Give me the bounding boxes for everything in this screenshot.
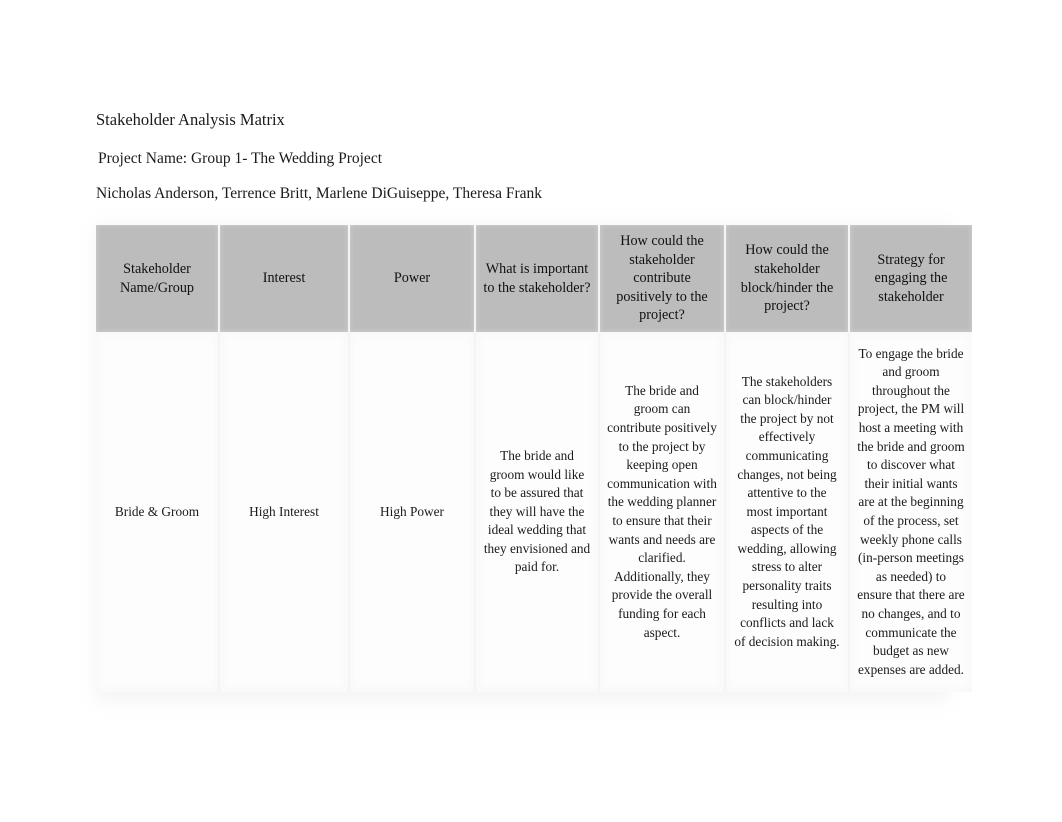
column-header-label: Strategy for engaging the stakeholder	[874, 251, 948, 305]
cell-text: The bride and groom can contribute posit…	[607, 382, 717, 640]
column-header-important-to-stakeholder: What is important to the stakeholder?	[476, 225, 598, 332]
cell-contribute-positively: The bride and groom can contribute posit…	[600, 332, 724, 692]
cell-text: Bride & Groom	[114, 503, 200, 519]
cell-text: High Power	[380, 503, 444, 519]
column-header-label: Power	[393, 270, 431, 287]
column-header-engagement-strategy: Strategy for engaging the stakeholder	[850, 225, 972, 332]
cell-block-hinder: The stakeholders can block/hinder the pr…	[726, 332, 848, 692]
cell-text: The bride and groom would like to be ass…	[483, 447, 591, 575]
column-header-power: Power	[350, 225, 474, 332]
cell-engagement-strategy: To engage the bride and groom throughout…	[850, 332, 972, 692]
column-header-label: Stakeholder Name/Group	[119, 260, 195, 296]
column-header-interest: Interest	[220, 225, 348, 332]
authors-line: Nicholas Anderson, Terrence Britt, Marle…	[96, 185, 542, 202]
project-name-line: Project Name: Group 1- The Wedding Proje…	[98, 150, 383, 167]
cell-important-to-stakeholder: The bride and groom would like to be ass…	[476, 332, 598, 692]
table-header-row: Stakeholder Name/Group Interest Power Wh…	[84, 225, 990, 332]
column-header-stakeholder-name: Stakeholder Name/Group	[96, 225, 218, 332]
cell-stakeholder-name: Bride & Groom	[96, 332, 218, 692]
stakeholder-analysis-table: Stakeholder Name/Group Interest Power Wh…	[84, 215, 978, 707]
cell-power: High Power	[350, 332, 474, 692]
document-page: Stakeholder Analysis Matrix Project Name…	[0, 0, 1062, 822]
column-header-contribute-positively: How could the stakeholder contribute pos…	[600, 225, 724, 332]
column-header-label: What is important to the stakeholder?	[483, 260, 591, 296]
column-header-label: Interest	[262, 270, 306, 287]
cell-text: To engage the bride and groom throughout…	[857, 345, 965, 677]
cell-text: The stakeholders can block/hinder the pr…	[734, 373, 840, 649]
column-header-block-hinder: How could the stakeholder block/hinder t…	[726, 225, 848, 332]
column-header-label: How could the stakeholder block/hinder t…	[740, 242, 834, 315]
cell-interest: High Interest	[220, 332, 348, 692]
column-header-label: How could the stakeholder contribute pos…	[616, 233, 708, 324]
page-title: Stakeholder Analysis Matrix	[96, 110, 285, 129]
cell-text: High Interest	[249, 503, 319, 519]
table-row: Bride & Groom High Interest High Power T…	[84, 332, 990, 692]
